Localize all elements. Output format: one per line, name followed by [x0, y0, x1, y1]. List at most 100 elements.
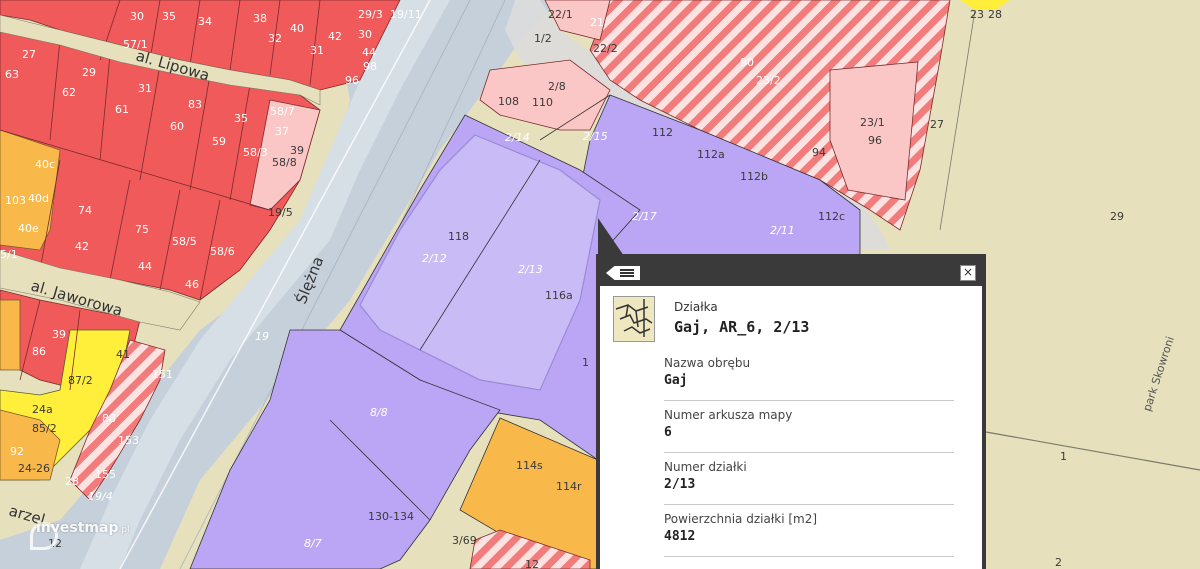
parcel-label: 85/2 [32, 422, 57, 435]
parcel-label: 3/69 [452, 534, 477, 547]
parcel-label: 44 [138, 260, 152, 273]
parcel-label: 87/2 [68, 374, 93, 387]
parcel-label: 28 [65, 475, 79, 488]
parcel-label: 29 [82, 66, 96, 79]
parcel-label: 59 [212, 135, 226, 148]
parcel-label: 58/8 [272, 156, 297, 169]
popup-header: × [596, 254, 986, 286]
parcel-label: 98 [363, 60, 377, 73]
parcel-label: 24-26 [18, 462, 50, 475]
parcel-label: 96 [345, 74, 359, 87]
parcel-label: 42 [328, 30, 342, 43]
parcel-label: 27 [930, 118, 944, 131]
field-label: Powierzchnia działki [m2] [664, 512, 818, 526]
parcel-label: 46 [185, 278, 199, 291]
watermark: investmap.pl [36, 520, 130, 536]
field-numer-dzialki: Numer działki 2/13 [664, 452, 954, 505]
feature-category: Działka [674, 300, 718, 314]
parcel-label: 58/7 [270, 105, 295, 118]
parcel-label: 19/5 [268, 206, 293, 219]
parcel-label: 58/5 [172, 235, 197, 248]
parcel-label: 21 [590, 16, 604, 29]
parcel-label: 108 [498, 95, 519, 108]
parcel-label: 40e [18, 222, 39, 235]
parcel-label: 153 [118, 434, 139, 447]
parcel-label: 35 [234, 112, 248, 125]
parcel-label: 2/12 [422, 252, 447, 265]
parcel-label: 24a [32, 403, 53, 416]
parcel-map-icon [613, 296, 655, 342]
field-label: Nazwa obrębu [664, 356, 751, 370]
field-arkusz: Numer arkusza mapy 6 [664, 400, 954, 453]
parcel-label: 103 [5, 194, 26, 207]
field-label: Numer arkusza mapy [664, 408, 793, 422]
parcel-label: 41 [116, 348, 130, 361]
parcel-label: 38 [253, 12, 267, 25]
parcel-label: 2/11 [770, 224, 795, 237]
watermark-brand: investmap [36, 520, 119, 536]
parcel-label: 2/15 [583, 130, 608, 143]
parcel-label: 23/2 [756, 74, 781, 87]
parcel-label: 2/14 [505, 131, 530, 144]
parcel-label: 29 [1110, 210, 1124, 223]
parcel-label: 75 [135, 223, 149, 236]
popup-body: Działka Gaj, AR_6, 2/13 Nazwa obrębu Gaj… [600, 286, 982, 569]
parcel-label: 96 [868, 134, 882, 147]
parcel-label: 2 [1055, 556, 1062, 569]
feature-title: Gaj, AR_6, 2/13 [674, 318, 810, 336]
parcel-label: 1 [582, 356, 589, 369]
parcel-label: 62 [62, 86, 76, 99]
parcel-label: 118 [448, 230, 469, 243]
parcel-label: 30 [358, 28, 372, 41]
parcel-label: 90 [740, 56, 754, 69]
parcel-label: 74 [78, 204, 92, 217]
parcel-info-popup: × Działka Gaj, AR_6, 2/13 Nazwa obrębu G… [596, 254, 986, 569]
field-value: 2/13 [664, 477, 696, 492]
parcel-label: 60 [170, 120, 184, 133]
parcel-label: 34 [198, 15, 212, 28]
parcel-label: 39 [52, 328, 66, 341]
parcel-label: 23 [970, 8, 984, 21]
parcel-label: 19/4 [88, 490, 113, 503]
parcel-label: 42 [75, 240, 89, 253]
parcel-label: 61 [115, 103, 129, 116]
parcel-label: 58/6 [210, 245, 235, 258]
field-label: Numer działki [664, 460, 747, 474]
parcel-label: 92 [10, 445, 24, 458]
parcel-label: 112a [697, 148, 725, 161]
parcel-label: 1 [1060, 450, 1067, 463]
field-value: Gaj [664, 373, 688, 388]
parcel-label: 37 [275, 125, 289, 138]
parcel-block-orange-low [0, 299, 21, 371]
parcel-label: 88 [102, 412, 116, 425]
parcel-label: 29/3 [358, 8, 383, 21]
field-value: 6 [664, 425, 672, 440]
parcel-label: 110 [532, 96, 553, 109]
parcel-label: 57/1 [123, 38, 148, 51]
parcel-label: 30 [130, 10, 144, 23]
parcel-label: 44 [362, 46, 376, 59]
parcel-label: 32 [268, 32, 282, 45]
parcel-label: 114s [516, 459, 543, 472]
parcel-label: 35 [162, 10, 176, 23]
close-button[interactable]: × [960, 265, 976, 281]
parcel-label: 8/8 [370, 406, 388, 419]
parcel-label: 94 [812, 146, 826, 159]
parcel-label: 58/3 [243, 146, 268, 159]
parcel-label: 39 [290, 144, 304, 157]
parcel-label: 31 [310, 44, 324, 57]
parcel-label: 83 [188, 98, 202, 111]
parcel-label: 2/8 [548, 80, 566, 93]
parcel-label: 27 [22, 48, 36, 61]
parcel-label: 22/1 [548, 8, 573, 21]
parcel-label: 63 [5, 68, 19, 81]
parcel-label: 86 [32, 345, 46, 358]
field-powierzchnia: Powierzchnia działki [m2] 4812 [664, 504, 954, 557]
parcel-label: 2/17 [632, 210, 657, 223]
parcel-label: 40c [35, 158, 55, 171]
parcel-label: 19/11 [390, 8, 422, 21]
list-icon[interactable] [606, 266, 640, 280]
parcel-label: 28 [988, 8, 1002, 21]
parcel-label: 130-134 [368, 510, 414, 523]
parcel-label: 12 [525, 558, 539, 569]
